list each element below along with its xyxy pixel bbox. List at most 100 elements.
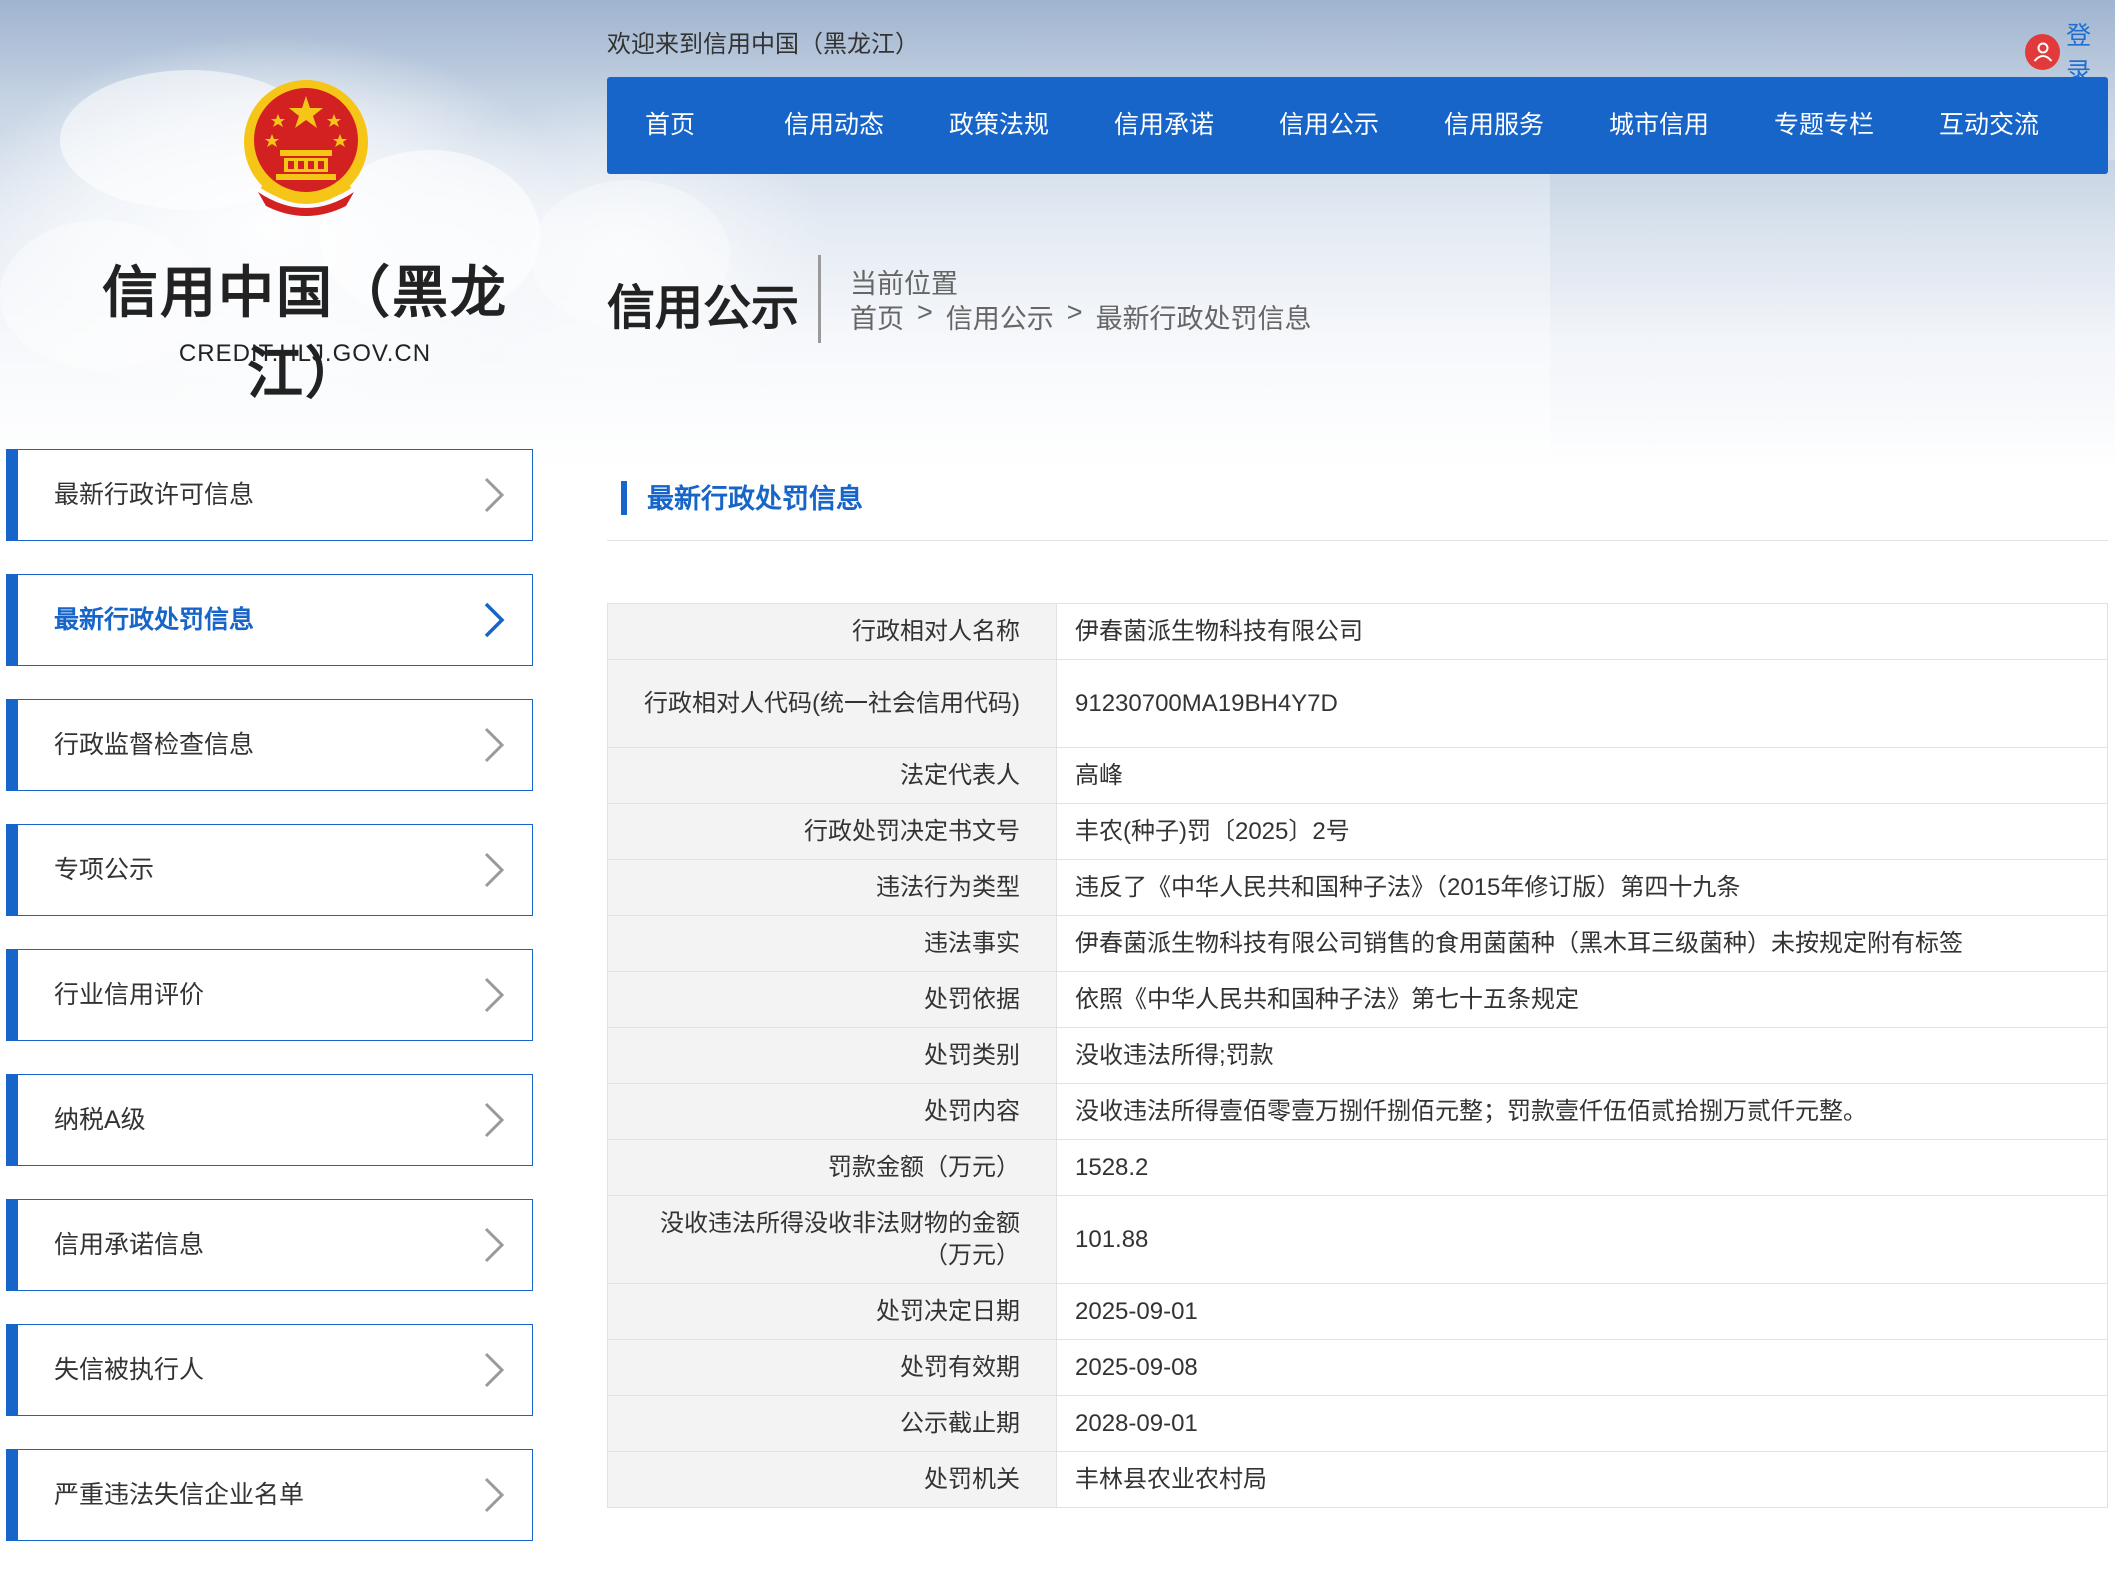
field-value: 91230700MA19BH4Y7D <box>1056 659 2108 748</box>
field-label: 处罚类别 <box>607 1027 1057 1084</box>
breadcrumb-separator: > <box>1066 297 1083 327</box>
table-row: 处罚有效期 2025-09-08 <box>607 1339 2108 1396</box>
table-row: 罚款金额（万元） 1528.2 <box>607 1139 2108 1196</box>
field-value: 2025-09-01 <box>1056 1283 2108 1340</box>
breadcrumb-current: 最新行政处罚信息 <box>1095 304 1312 334</box>
breadcrumb-home[interactable]: 首页 <box>850 297 904 336</box>
field-label: 罚款金额（万元） <box>607 1139 1057 1196</box>
nav-item-credit-service[interactable]: 信用服务 <box>1444 77 1609 174</box>
field-value: 伊春菌派生物科技有限公司 <box>1056 603 2108 660</box>
field-value: 1528.2 <box>1056 1139 2108 1196</box>
sidebar-item-label: 严重违法失信企业名单 <box>54 1481 305 1509</box>
sidebar-item-admin-penalty[interactable]: 最新行政处罚信息 <box>6 574 533 666</box>
chevron-right-icon <box>484 1352 505 1388</box>
location-label: 当前位置 <box>850 269 958 299</box>
chevron-right-icon <box>484 1477 505 1513</box>
chevron-right-icon <box>484 852 505 888</box>
section-title: 信用公示 <box>607 280 800 336</box>
field-value: 丰林县农业农村局 <box>1056 1451 2108 1508</box>
field-label: 处罚机关 <box>607 1451 1057 1508</box>
sidebar-item-label: 失信被执行人 <box>54 1356 205 1384</box>
chevron-right-icon <box>484 1227 505 1263</box>
table-row: 公示截止期 2028-09-01 <box>607 1395 2108 1452</box>
title-accent-bar <box>621 481 627 515</box>
sidebar-item-tax-a[interactable]: 纳税A级 <box>6 1074 533 1166</box>
field-label: 违法行为类型 <box>607 859 1057 916</box>
table-row: 违法行为类型 违反了《中华人民共和国种子法》（2015年修订版）第四十九条 <box>607 859 2108 916</box>
field-value: 没收违法所得;罚款 <box>1056 1027 2108 1084</box>
table-row: 法定代表人 高峰 <box>607 747 2108 804</box>
field-label: 没收违法所得没收非法财物的金额（万元） <box>607 1195 1057 1284</box>
field-label: 处罚内容 <box>607 1083 1057 1140</box>
sidebar-item-label: 最新行政处罚信息 <box>54 606 255 634</box>
breadcrumb-credit-publicity[interactable]: 信用公示 <box>946 297 1054 336</box>
table-row: 处罚内容 没收违法所得壹佰零壹万捌仟捌佰元整；罚款壹仟伍佰贰拾捌万贰仟元整。 <box>607 1083 2108 1140</box>
sidebar-item-industry-rating[interactable]: 行业信用评价 <box>6 949 533 1041</box>
field-value: 丰农(种子)罚〔2025〕2号 <box>1056 803 2108 860</box>
table-row: 没收违法所得没收非法财物的金额（万元） 101.88 <box>607 1195 2108 1284</box>
sidebar-item-label: 专项公示 <box>54 856 155 884</box>
field-label: 法定代表人 <box>607 747 1057 804</box>
sidebar-item-label: 纳税A级 <box>54 1106 146 1134</box>
sidebar-item-dishonest-debtors[interactable]: 失信被执行人 <box>6 1324 533 1416</box>
welcome-text: 欢迎来到信用中国（黑龙江） <box>607 31 919 58</box>
table-row: 处罚依据 依照《中华人民共和国种子法》第七十五条规定 <box>607 971 2108 1028</box>
field-label: 处罚依据 <box>607 971 1057 1028</box>
field-label: 公示截止期 <box>607 1395 1057 1452</box>
field-label: 行政处罚决定书文号 <box>607 803 1057 860</box>
table-row: 行政相对人代码(统一社会信用代码) 91230700MA19BH4Y7D <box>607 659 2108 748</box>
field-label: 行政相对人名称 <box>607 603 1057 660</box>
field-value: 伊春菌派生物科技有限公司销售的食用菌菌种（黑木耳三级菌种）未按规定附有标签 <box>1056 915 2108 972</box>
sidebar-item-special-publicity[interactable]: 专项公示 <box>6 824 533 916</box>
site-title: 信用中国（黑龙江） <box>102 260 508 407</box>
sidebar-item-label: 信用承诺信息 <box>54 1231 205 1259</box>
user-icon <box>2025 34 2061 70</box>
sidebar-item-label: 最新行政许可信息 <box>54 481 255 509</box>
field-value: 101.88 <box>1056 1195 2108 1284</box>
table-row: 处罚决定日期 2025-09-01 <box>607 1283 2108 1340</box>
field-label: 行政相对人代码(统一社会信用代码) <box>607 659 1057 748</box>
table-row: 行政处罚决定书文号 丰农(种子)罚〔2025〕2号 <box>607 803 2108 860</box>
title-divider <box>818 255 821 343</box>
chevron-right-icon <box>484 727 505 763</box>
field-value: 高峰 <box>1056 747 2108 804</box>
field-value: 没收违法所得壹佰零壹万捌仟捌佰元整；罚款壹仟伍佰贰拾捌万贰仟元整。 <box>1056 1083 2108 1140</box>
breadcrumb-separator: > <box>917 297 933 327</box>
field-value: 2025-09-08 <box>1056 1339 2108 1396</box>
table-row: 处罚机关 丰林县农业农村局 <box>607 1451 2108 1508</box>
sidebar-item-admin-license[interactable]: 最新行政许可信息 <box>6 449 533 541</box>
nav-item-credit-news[interactable]: 信用动态 <box>784 77 949 174</box>
chevron-right-icon <box>484 602 505 638</box>
field-value: 依照《中华人民共和国种子法》第七十五条规定 <box>1056 971 2108 1028</box>
national-emblem-icon <box>244 80 368 216</box>
site-domain: CREDIT.HLJ.GOV.CN <box>178 340 432 367</box>
field-value: 2028-09-01 <box>1056 1395 2108 1452</box>
field-label: 处罚决定日期 <box>607 1283 1057 1340</box>
nav-item-city-credit[interactable]: 城市信用 <box>1609 77 1774 174</box>
main-nav: 首页 信用动态 政策法规 信用承诺 信用公示 信用服务 城市信用 专题专栏 互动… <box>607 77 2108 174</box>
sidebar-item-label: 行业信用评价 <box>54 981 205 1009</box>
field-label: 处罚有效期 <box>607 1339 1057 1396</box>
sidebar-item-serious-violation-list[interactable]: 严重违法失信企业名单 <box>6 1449 533 1541</box>
table-row: 行政相对人名称 伊春菌派生物科技有限公司 <box>607 603 2108 660</box>
chevron-right-icon <box>484 477 505 513</box>
sidebar-item-label: 行政监督检查信息 <box>54 731 255 759</box>
nav-item-home[interactable]: 首页 <box>645 77 784 174</box>
penalty-detail-table: 行政相对人名称 伊春菌派生物科技有限公司 行政相对人代码(统一社会信用代码) 9123… <box>607 603 2108 1508</box>
nav-item-interaction[interactable]: 互动交流 <box>1939 77 2069 174</box>
field-value: 违反了《中华人民共和国种子法》（2015年修订版）第四十九条 <box>1056 859 2108 916</box>
sidebar-item-supervision[interactable]: 行政监督检查信息 <box>6 699 533 791</box>
nav-item-credit-publicity[interactable]: 信用公示 <box>1279 77 1444 174</box>
content-title: 最新行政处罚信息 <box>647 484 863 514</box>
sidebar: 最新行政许可信息 最新行政处罚信息 行政监督检查信息 专项公示 行业信用评价 纳… <box>6 449 533 1573</box>
chevron-right-icon <box>484 1102 505 1138</box>
nav-item-policy[interactable]: 政策法规 <box>949 77 1114 174</box>
sidebar-item-credit-promise[interactable]: 信用承诺信息 <box>6 1199 533 1291</box>
table-row: 违法事实 伊春菌派生物科技有限公司销售的食用菌菌种（黑木耳三级菌种）未按规定附有标… <box>607 915 2108 972</box>
nav-item-special-topics[interactable]: 专题专栏 <box>1774 77 1939 174</box>
nav-item-credit-promise[interactable]: 信用承诺 <box>1114 77 1279 174</box>
content-header: 最新行政处罚信息 <box>607 477 2108 541</box>
field-label: 违法事实 <box>607 915 1057 972</box>
table-row: 处罚类别 没收违法所得;罚款 <box>607 1027 2108 1084</box>
chevron-right-icon <box>484 977 505 1013</box>
